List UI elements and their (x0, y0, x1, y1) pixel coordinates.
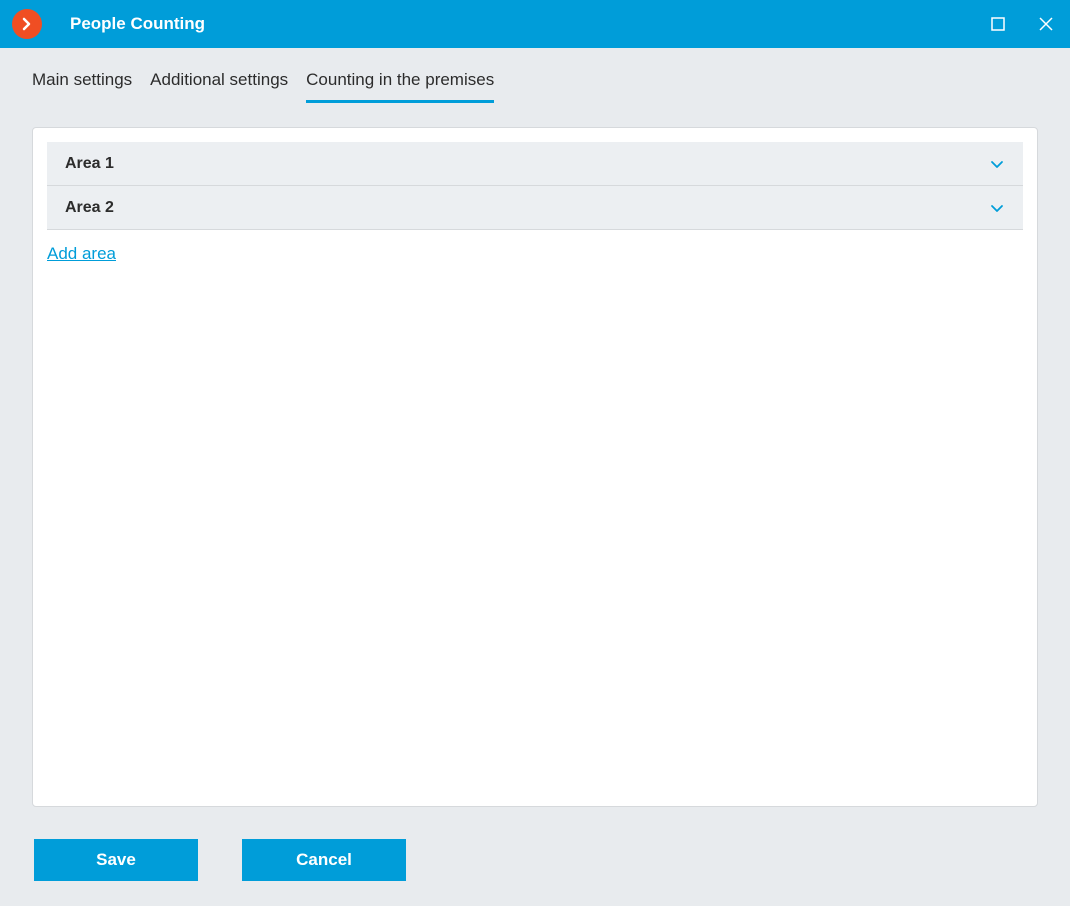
app-logo-icon (12, 9, 42, 39)
cancel-button[interactable]: Cancel (242, 839, 406, 881)
tab-main-settings[interactable]: Main settings (32, 70, 132, 103)
maximize-button[interactable] (974, 0, 1022, 48)
close-icon (1039, 17, 1053, 31)
area-label: Area 2 (65, 199, 114, 217)
add-area-link[interactable]: Add area (47, 244, 116, 264)
tab-additional-settings[interactable]: Additional settings (150, 70, 288, 103)
chevron-down-icon (989, 156, 1005, 172)
maximize-icon (991, 17, 1005, 31)
title-bar: People Counting (0, 0, 1070, 48)
window-controls (974, 0, 1070, 48)
close-button[interactable] (1022, 0, 1070, 48)
chevron-down-icon (989, 200, 1005, 216)
content-panel: Area 1 Area 2 Add area (32, 127, 1038, 807)
footer-actions: Save Cancel (0, 807, 1070, 881)
window-title: People Counting (70, 14, 974, 34)
area-label: Area 1 (65, 155, 114, 173)
tab-bar: Main settings Additional settings Counti… (0, 48, 1070, 103)
tab-counting-premises[interactable]: Counting in the premises (306, 70, 494, 103)
save-button[interactable]: Save (34, 839, 198, 881)
area-row[interactable]: Area 2 (47, 186, 1023, 230)
area-row[interactable]: Area 1 (47, 142, 1023, 186)
